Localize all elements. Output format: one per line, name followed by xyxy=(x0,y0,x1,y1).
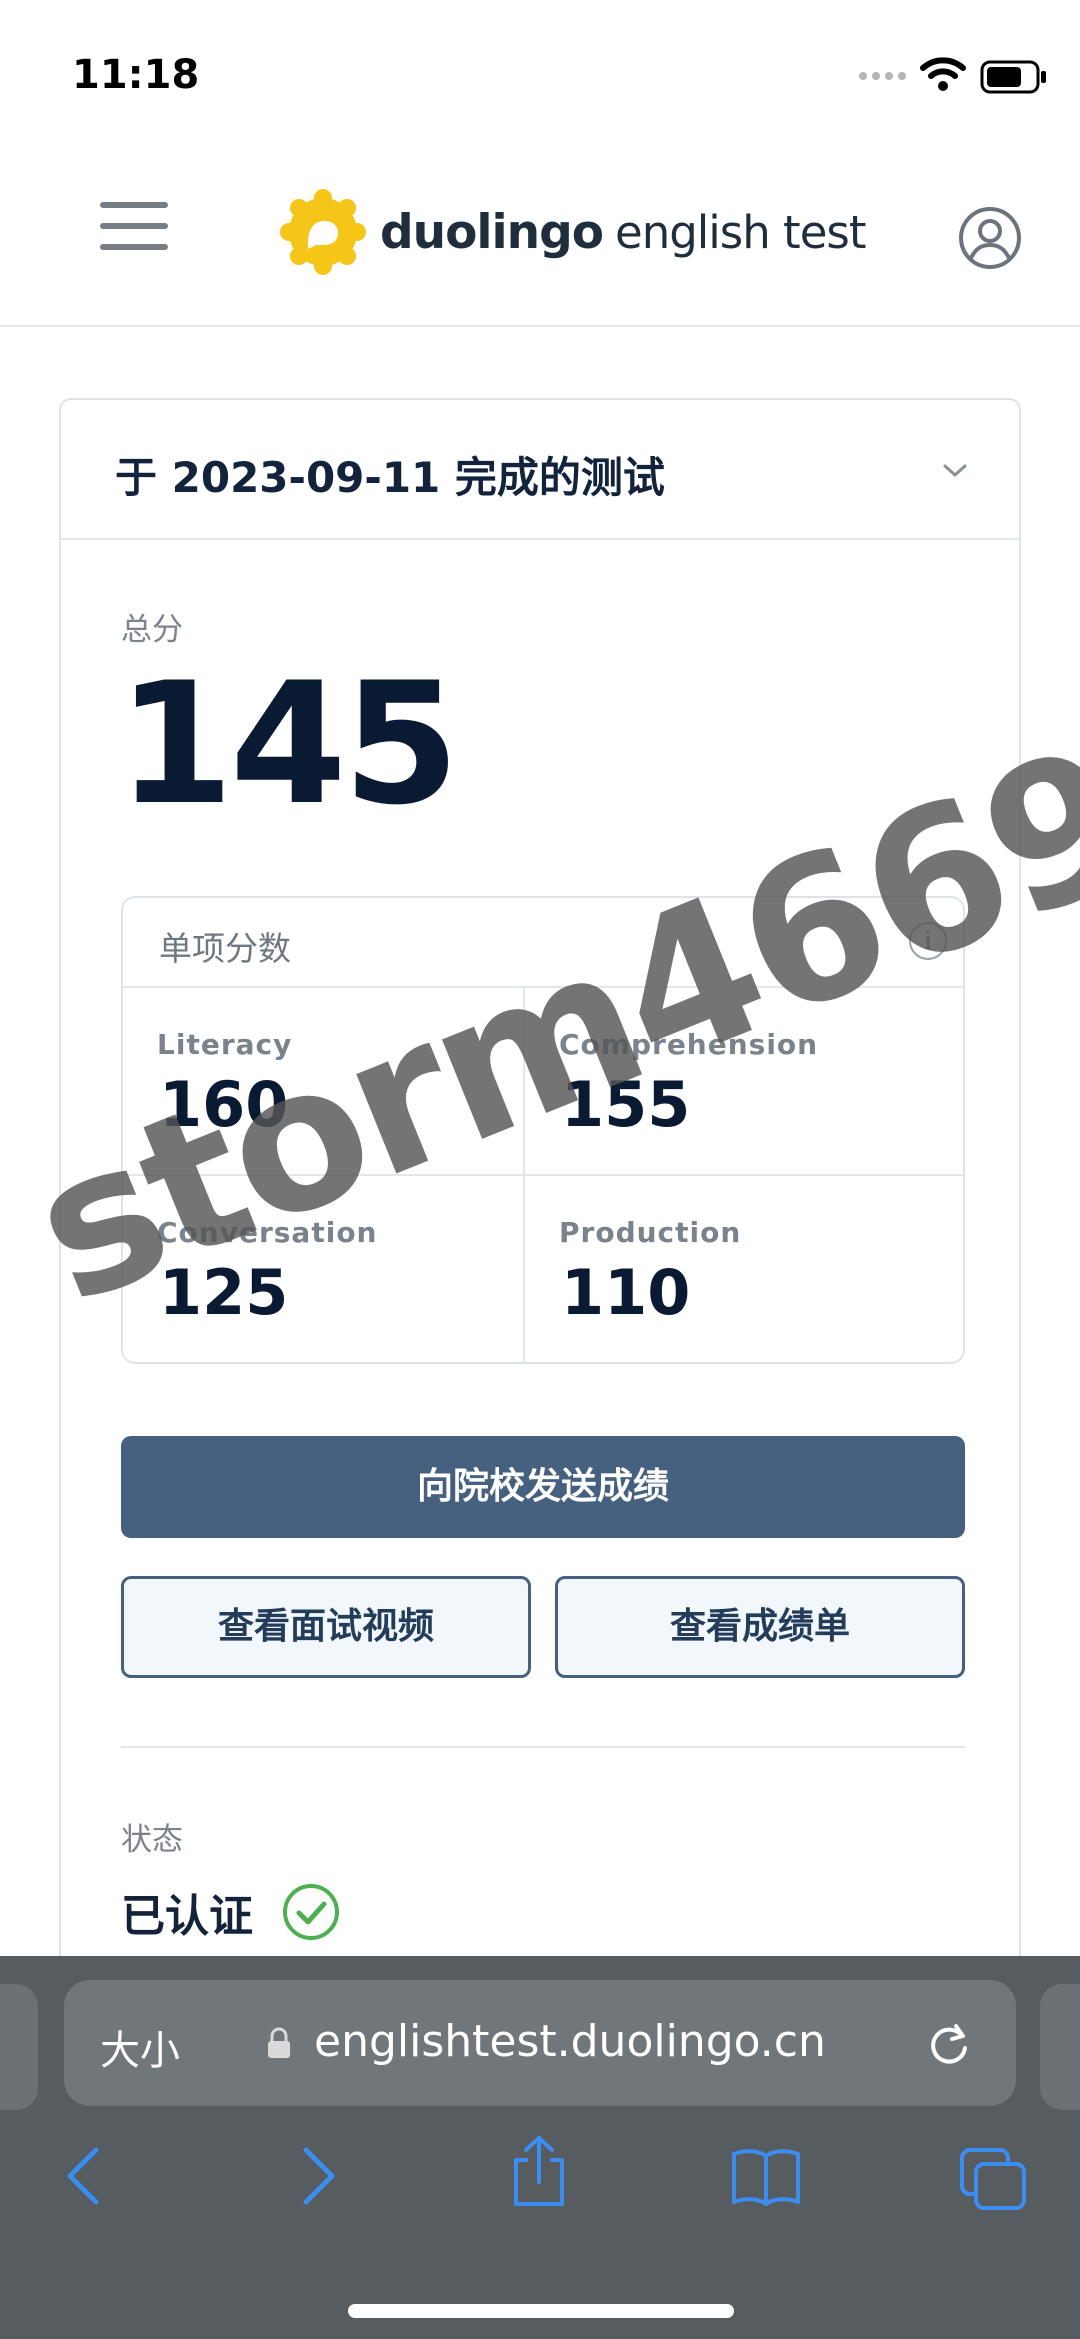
back-icon[interactable] xyxy=(62,2144,106,2208)
address-bar[interactable]: 大小 englishtest.duolingo.cn xyxy=(64,1980,1016,2106)
info-icon[interactable]: i xyxy=(909,922,947,960)
home-indicator xyxy=(348,2304,734,2318)
test-date-title: 于 2023-09-11 完成的测试 xyxy=(115,453,665,502)
test-result-card: 于 2023-09-11 完成的测试 总分 145 单项分数 i Literac… xyxy=(59,398,1021,1998)
previous-tab-preview[interactable] xyxy=(0,1984,38,2110)
share-icon[interactable] xyxy=(508,2134,570,2208)
status-value: 已认证 xyxy=(121,1891,253,1942)
subscores-panel: 单项分数 i Literacy 160 Comprehension 155 Co… xyxy=(121,896,965,1364)
cellular-signal-icon xyxy=(859,72,906,80)
hamburger-menu-icon[interactable] xyxy=(100,202,172,250)
subscores-title: 单项分数 xyxy=(159,929,291,968)
subscores-header: 单项分数 i xyxy=(123,898,963,988)
subscore-label: Production xyxy=(559,1216,742,1249)
status-bar: 11:18 xyxy=(0,0,1080,150)
text-size-button[interactable]: 大小 xyxy=(100,2018,180,2076)
bookmarks-icon[interactable] xyxy=(730,2146,802,2206)
subscore-value: 160 xyxy=(159,1068,289,1141)
wifi-icon xyxy=(920,57,966,91)
logo[interactable]: duolingo english test xyxy=(278,184,866,280)
logo-product-text: english test xyxy=(615,205,866,259)
subscore-value: 110 xyxy=(561,1256,691,1329)
browser-toolbar: 大小 englishtest.duolingo.cn xyxy=(0,1956,1080,2339)
divider xyxy=(121,1746,965,1748)
view-score-report-button[interactable]: 查看成绩单 xyxy=(555,1576,965,1678)
view-interview-video-button[interactable]: 查看面试视频 xyxy=(121,1576,531,1678)
battery-icon xyxy=(980,60,1046,94)
logo-brand-text: duolingo xyxy=(380,204,604,260)
status-label: 状态 xyxy=(121,1822,183,1858)
send-scores-button[interactable]: 向院校发送成绩 xyxy=(121,1436,965,1538)
status-time: 11:18 xyxy=(72,52,200,98)
next-tab-preview[interactable] xyxy=(1040,1984,1080,2110)
subscore-literacy: Literacy 160 xyxy=(123,988,525,1176)
subscore-production: Production 110 xyxy=(525,1176,963,1364)
subscore-label: Literacy xyxy=(157,1028,293,1061)
subscore-label: Conversation xyxy=(157,1216,378,1249)
verified-check-icon xyxy=(283,1884,339,1940)
chevron-down-icon[interactable] xyxy=(941,462,969,480)
lock-icon xyxy=(268,2027,290,2058)
url-text[interactable]: englishtest.duolingo.cn xyxy=(314,2016,826,2067)
subscore-label: Comprehension xyxy=(559,1028,819,1061)
total-score-label: 总分 xyxy=(121,612,183,648)
test-selector[interactable]: 于 2023-09-11 完成的测试 xyxy=(61,400,1019,540)
subscore-value: 155 xyxy=(561,1068,691,1141)
subscore-comprehension: Comprehension 155 xyxy=(525,988,963,1176)
forward-icon[interactable] xyxy=(296,2144,340,2208)
tabs-icon[interactable] xyxy=(958,2146,1028,2212)
reload-icon[interactable] xyxy=(924,2018,974,2068)
subscore-conversation: Conversation 125 xyxy=(123,1176,525,1364)
account-icon[interactable] xyxy=(958,206,1022,270)
total-score-value: 145 xyxy=(117,646,460,842)
app-header: duolingo english test xyxy=(0,150,1080,327)
duolingo-logo-icon xyxy=(280,189,366,275)
subscore-value: 125 xyxy=(159,1256,289,1329)
